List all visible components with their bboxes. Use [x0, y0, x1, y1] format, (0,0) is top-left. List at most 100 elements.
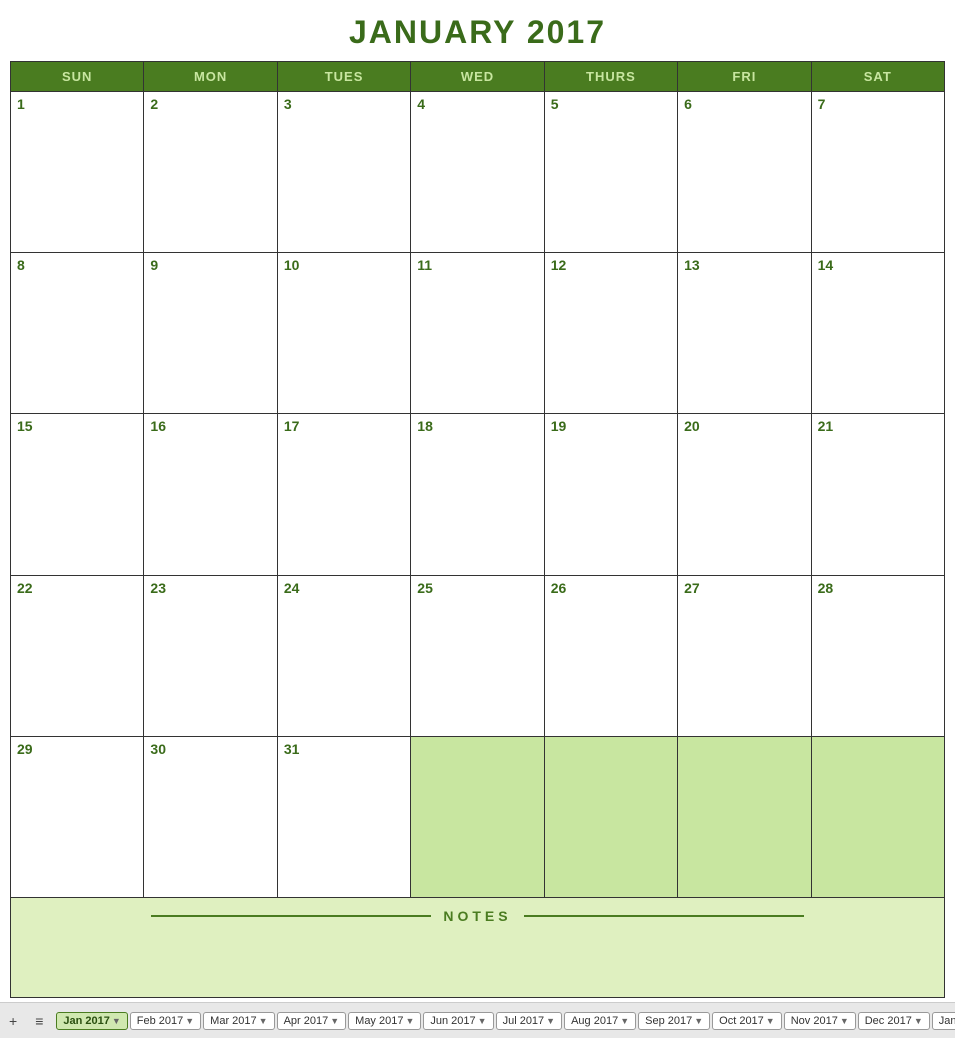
day-cell[interactable]: 10	[278, 253, 411, 414]
day-headers-row: SUNMONTUESWEDTHURSFRISAT	[11, 62, 945, 92]
chevron-down-icon: ▼	[620, 1016, 629, 1026]
day-cell[interactable]: 2	[144, 92, 277, 253]
day-cell[interactable]: 22	[11, 576, 144, 737]
tab-aug-2017[interactable]: Aug 2017 ▼	[564, 1012, 636, 1030]
tab-mar-2017[interactable]: Mar 2017 ▼	[203, 1012, 274, 1030]
day-number: 19	[551, 418, 567, 434]
chevron-down-icon: ▼	[478, 1016, 487, 1026]
day-cell[interactable]: 25	[411, 576, 544, 737]
day-number: 1	[17, 96, 25, 112]
tab-oct-2017[interactable]: Oct 2017 ▼	[712, 1012, 782, 1030]
chevron-down-icon: ▼	[330, 1016, 339, 1026]
bottom-tabs: + ≡ Jan 2017 ▼Feb 2017 ▼Mar 2017 ▼Apr 20…	[0, 1002, 955, 1038]
tab-nov-2017[interactable]: Nov 2017 ▼	[784, 1012, 856, 1030]
calendar-title: JANUARY 2017	[10, 8, 945, 61]
notes-line-left	[151, 915, 431, 917]
day-cell[interactable]: 31	[278, 737, 411, 898]
chevron-down-icon: ▼	[546, 1016, 555, 1026]
tab-apr-2017[interactable]: Apr 2017 ▼	[277, 1012, 347, 1030]
day-cell[interactable]: 1	[11, 92, 144, 253]
add-sheet-button[interactable]: +	[4, 1011, 22, 1031]
day-number: 29	[17, 741, 33, 757]
day-number: 28	[818, 580, 834, 596]
day-cell[interactable]: 5	[545, 92, 678, 253]
tab-jun-2017[interactable]: Jun 2017 ▼	[423, 1012, 493, 1030]
day-cell[interactable]	[545, 737, 678, 898]
day-cell[interactable]: 14	[812, 253, 945, 414]
day-cell[interactable]: 28	[812, 576, 945, 737]
day-number: 8	[17, 257, 25, 273]
day-number: 23	[150, 580, 166, 596]
day-cell[interactable]: 8	[11, 253, 144, 414]
week-row-4: 22 23 24 25 26 27 28	[11, 576, 945, 737]
day-number: 20	[684, 418, 700, 434]
day-cell[interactable]: 26	[545, 576, 678, 737]
day-number: 11	[417, 257, 432, 273]
day-cell[interactable]: 21	[812, 414, 945, 575]
notes-line-right	[524, 915, 804, 917]
chevron-down-icon: ▼	[914, 1016, 923, 1026]
day-number: 13	[684, 257, 700, 273]
tab-may-2017[interactable]: May 2017 ▼	[348, 1012, 421, 1030]
day-number: 24	[284, 580, 300, 596]
day-cell[interactable]: 29	[11, 737, 144, 898]
chevron-down-icon: ▼	[185, 1016, 194, 1026]
tab-jul-2017[interactable]: Jul 2017 ▼	[496, 1012, 563, 1030]
day-number: 5	[551, 96, 559, 112]
week-row-1: 1 2 3 4 5 67	[11, 92, 945, 253]
day-number: 7	[818, 96, 826, 112]
day-number: 27	[684, 580, 700, 596]
day-number: 12	[551, 257, 567, 273]
day-cell[interactable]: 7	[812, 92, 945, 253]
day-cell[interactable]: 15	[11, 414, 144, 575]
day-number: 2	[150, 96, 158, 112]
day-cell[interactable]	[678, 737, 811, 898]
chevron-down-icon: ▼	[694, 1016, 703, 1026]
day-cell[interactable]: 6	[678, 92, 811, 253]
day-number: 15	[17, 418, 33, 434]
notes-label: NOTES	[443, 908, 511, 924]
chevron-down-icon: ▼	[259, 1016, 268, 1026]
day-cell[interactable]: 17	[278, 414, 411, 575]
day-header-tues: TUES	[278, 62, 411, 92]
calendar-container: JANUARY 2017 SUNMONTUESWEDTHURSFRISAT 12…	[0, 0, 955, 1002]
day-cell[interactable]: 13	[678, 253, 811, 414]
day-number: 26	[551, 580, 567, 596]
tab-feb-2017[interactable]: Feb 2017 ▼	[130, 1012, 201, 1030]
day-number: 3	[284, 96, 292, 112]
notes-section: NOTES	[11, 898, 945, 998]
day-cell[interactable]: 11	[411, 253, 544, 414]
tab-sep-2017[interactable]: Sep 2017 ▼	[638, 1012, 710, 1030]
chevron-down-icon: ▼	[840, 1016, 849, 1026]
day-cell[interactable]: 19	[545, 414, 678, 575]
day-cell[interactable]: 20	[678, 414, 811, 575]
day-cell[interactable]: 27	[678, 576, 811, 737]
day-cell[interactable]: 24	[278, 576, 411, 737]
tab-jan-2017[interactable]: Jan 2017 ▼	[56, 1012, 127, 1030]
day-cell[interactable]: 3	[278, 92, 411, 253]
tab-jan-2018[interactable]: Jan 2018 ▼	[932, 1012, 955, 1030]
day-header-thurs: THURS	[545, 62, 678, 92]
day-number: 4	[417, 96, 425, 112]
day-cell[interactable]: 16	[144, 414, 277, 575]
menu-button[interactable]: ≡	[30, 1011, 48, 1031]
day-number: 31	[284, 741, 300, 757]
day-cell[interactable]: 4	[411, 92, 544, 253]
day-header-sun: SUN	[11, 62, 144, 92]
day-cell[interactable]	[411, 737, 544, 898]
day-header-mon: MON	[144, 62, 277, 92]
day-number: 17	[284, 418, 300, 434]
day-cell[interactable]: 23	[144, 576, 277, 737]
chevron-down-icon: ▼	[405, 1016, 414, 1026]
day-number: 21	[818, 418, 834, 434]
tab-dec-2017[interactable]: Dec 2017 ▼	[858, 1012, 930, 1030]
day-cell[interactable]: 9	[144, 253, 277, 414]
day-cell[interactable]	[812, 737, 945, 898]
day-number: 10	[284, 257, 300, 273]
day-cell[interactable]: 12	[545, 253, 678, 414]
day-cell[interactable]: 18	[411, 414, 544, 575]
calendar-weeks: 1234567891011121314151617181920212223242…	[11, 92, 945, 898]
day-number: 25	[417, 580, 433, 596]
day-number: 14	[818, 257, 834, 273]
day-cell[interactable]: 30	[144, 737, 277, 898]
